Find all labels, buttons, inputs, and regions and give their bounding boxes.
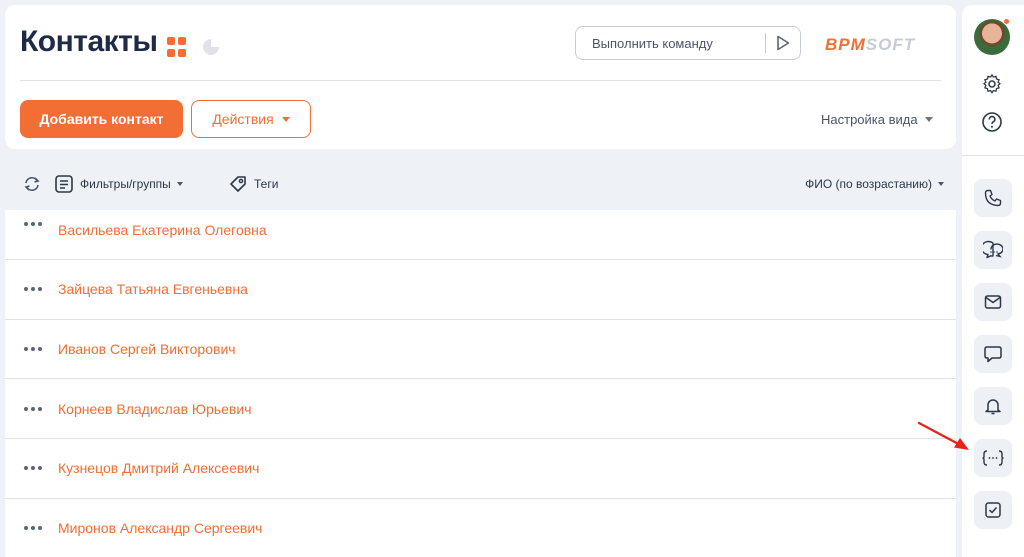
grid-view-icon[interactable]: [167, 37, 187, 57]
chevron-down-icon: [281, 116, 290, 122]
more-options-icon[interactable]: [24, 526, 44, 531]
task-icon: [985, 502, 1001, 518]
command-input[interactable]: Выполнить команду: [576, 36, 765, 51]
filters-groups-button[interactable]: Фильтры/группы: [54, 174, 183, 194]
bell-icon: [985, 399, 1001, 415]
notifications-button[interactable]: [974, 387, 1012, 425]
annotation-arrow-icon: [917, 421, 969, 450]
process-icon: [982, 450, 1004, 466]
filter-bar: Фильтры/группы Теги ФИО (по возрастанию): [5, 165, 956, 203]
more-options-icon[interactable]: [24, 287, 44, 292]
sort-label: ФИО (по возрастанию): [805, 177, 932, 191]
email-icon: [984, 295, 1002, 309]
view-settings-menu[interactable]: Настройка вида: [821, 112, 933, 127]
message-button[interactable]: [974, 335, 1012, 373]
actions-button[interactable]: Действия: [191, 100, 311, 138]
contact-list: Васильева Екатерина Олеговна Зайцева Тат…: [5, 210, 956, 557]
communication-panel: [962, 5, 1024, 557]
more-options-icon[interactable]: [24, 222, 44, 226]
tag-icon: [230, 176, 246, 192]
tags-button[interactable]: Теги: [228, 174, 278, 194]
more-options-icon[interactable]: [24, 466, 44, 471]
contact-name[interactable]: Корнеев Владислав Юрьевич: [58, 401, 251, 417]
sidebar-divider: [962, 155, 1024, 156]
list-item[interactable]: Васильева Екатерина Олеговна: [5, 210, 956, 260]
list-item[interactable]: Иванов Сергей Викторович: [5, 320, 956, 380]
run-command-button[interactable]: [766, 26, 800, 60]
contact-name[interactable]: Кузнецов Дмитрий Алексеевич: [58, 460, 259, 476]
tags-label: Теги: [254, 177, 279, 191]
more-options-icon[interactable]: [24, 347, 44, 352]
filters-label: Фильтры/группы: [80, 177, 171, 191]
tasks-button[interactable]: [974, 491, 1012, 529]
view-settings-label: Настройка вида: [821, 112, 918, 127]
settings-icon[interactable]: [979, 71, 1005, 97]
status-badge: [1003, 18, 1010, 25]
refresh-icon[interactable]: [22, 175, 42, 193]
phone-icon: [984, 189, 1002, 207]
contact-name[interactable]: Иванов Сергей Викторович: [58, 341, 236, 357]
list-item[interactable]: Корнеев Владислав Юрьевич: [5, 379, 956, 440]
header-divider: [20, 80, 941, 81]
page-title: Контакты: [20, 25, 158, 58]
sort-menu[interactable]: ФИО (по возрастанию): [805, 177, 944, 191]
help-icon[interactable]: [979, 109, 1005, 135]
list-item[interactable]: Зайцева Татьяна Евгеньевна: [5, 260, 956, 320]
chat-button[interactable]: [974, 231, 1012, 269]
command-box[interactable]: Выполнить команду: [575, 26, 801, 60]
message-icon: [984, 346, 1002, 363]
chart-view-icon[interactable]: [201, 37, 221, 57]
process-button[interactable]: [974, 439, 1012, 477]
play-icon: [777, 35, 790, 51]
actions-label: Действия: [212, 111, 274, 127]
chevron-down-icon: [176, 182, 183, 186]
chevron-down-icon: [938, 182, 944, 186]
bpmsoft-logo: BPMSOFT: [825, 35, 916, 54]
chat-icon: [983, 240, 1003, 259]
header-card: Контакты Выполнить команду BPMSOFT Добав…: [5, 5, 956, 149]
chevron-down-icon: [924, 117, 933, 122]
contact-name[interactable]: Васильева Екатерина Олеговна: [58, 222, 267, 238]
list-item[interactable]: Миронов Александр Сергеевич: [5, 499, 956, 557]
phone-button[interactable]: [974, 179, 1012, 217]
list-item[interactable]: Кузнецов Дмитрий Алексеевич: [5, 439, 956, 499]
email-button[interactable]: [974, 283, 1012, 321]
contact-name[interactable]: Миронов Александр Сергеевич: [58, 520, 262, 536]
more-options-icon[interactable]: [24, 406, 44, 411]
contact-name[interactable]: Зайцева Татьяна Евгеньевна: [58, 281, 248, 297]
add-contact-button[interactable]: Добавить контакт: [20, 100, 183, 138]
filter-list-icon: [55, 175, 73, 193]
